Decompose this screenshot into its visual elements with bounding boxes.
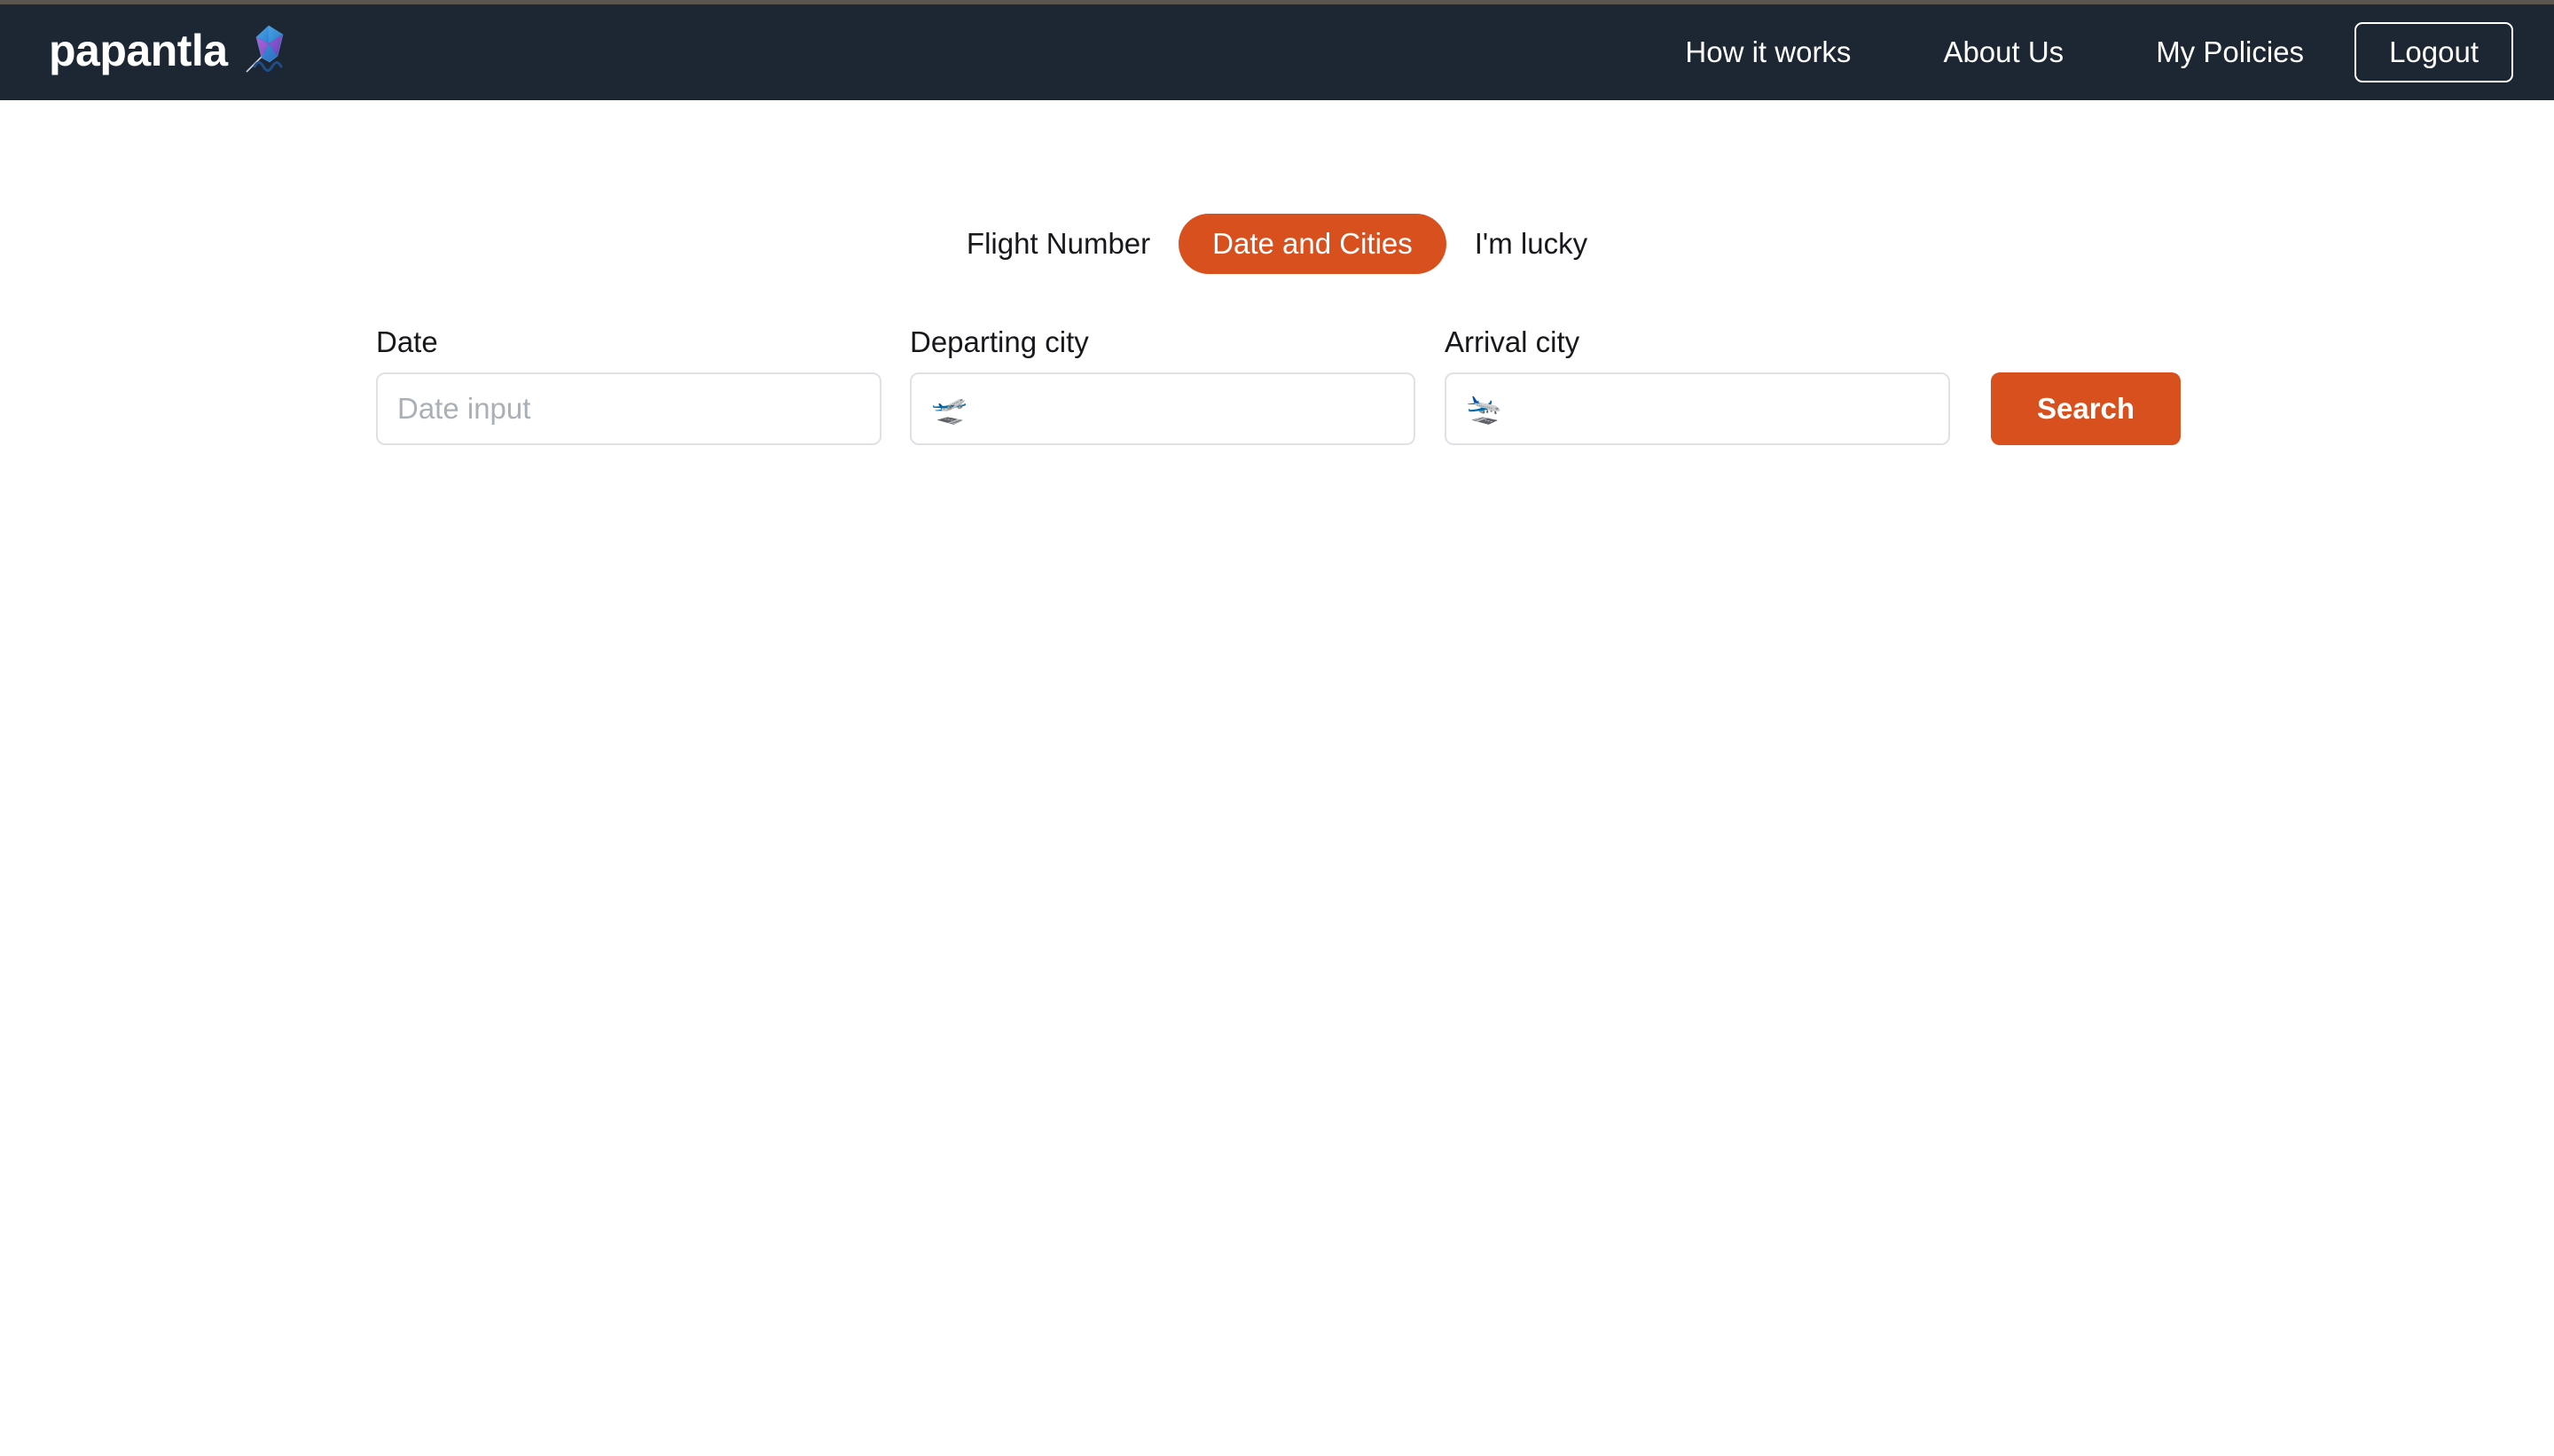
brand-logo[interactable]: papantla [49,4,294,100]
date-label: Date [376,325,438,358]
brand-name: papantla [49,26,228,75]
tab-flight-number[interactable]: Flight Number [938,214,1179,274]
date-input[interactable] [376,372,881,446]
nav-link-how-it-works[interactable]: How it works [1685,27,1851,78]
nav-link-my-policies[interactable]: My Policies [2156,27,2304,78]
date-field-group: Date [376,325,881,446]
arrival-city-input[interactable] [1445,372,1950,446]
main-nav: How it works About Us My Policies Logout [1685,22,2513,82]
departing-city-input[interactable] [910,372,1415,446]
departing-city-label: Departing city [910,325,1089,358]
arrival-city-field-group: Arrival city [1445,325,1950,446]
nav-link-about-us[interactable]: About Us [1943,27,2064,78]
tab-im-lucky[interactable]: I'm lucky [1446,214,1616,274]
main-content: Flight Number Date and Cities I'm lucky … [0,100,2554,1456]
flight-search-form: Date Departing city Arrival city Search [376,325,2182,446]
tab-date-and-cities[interactable]: Date and Cities [1179,214,1446,275]
arrival-city-label: Arrival city [1445,325,1580,358]
search-button[interactable]: Search [1991,372,2182,446]
departing-city-field-group: Departing city [910,325,1415,446]
logout-button[interactable]: Logout [2354,22,2513,82]
search-mode-tabs: Flight Number Date and Cities I'm lucky [0,214,2554,275]
site-header: papantla How it works About Us My Polici… [0,4,2554,100]
kite-icon [239,25,294,77]
